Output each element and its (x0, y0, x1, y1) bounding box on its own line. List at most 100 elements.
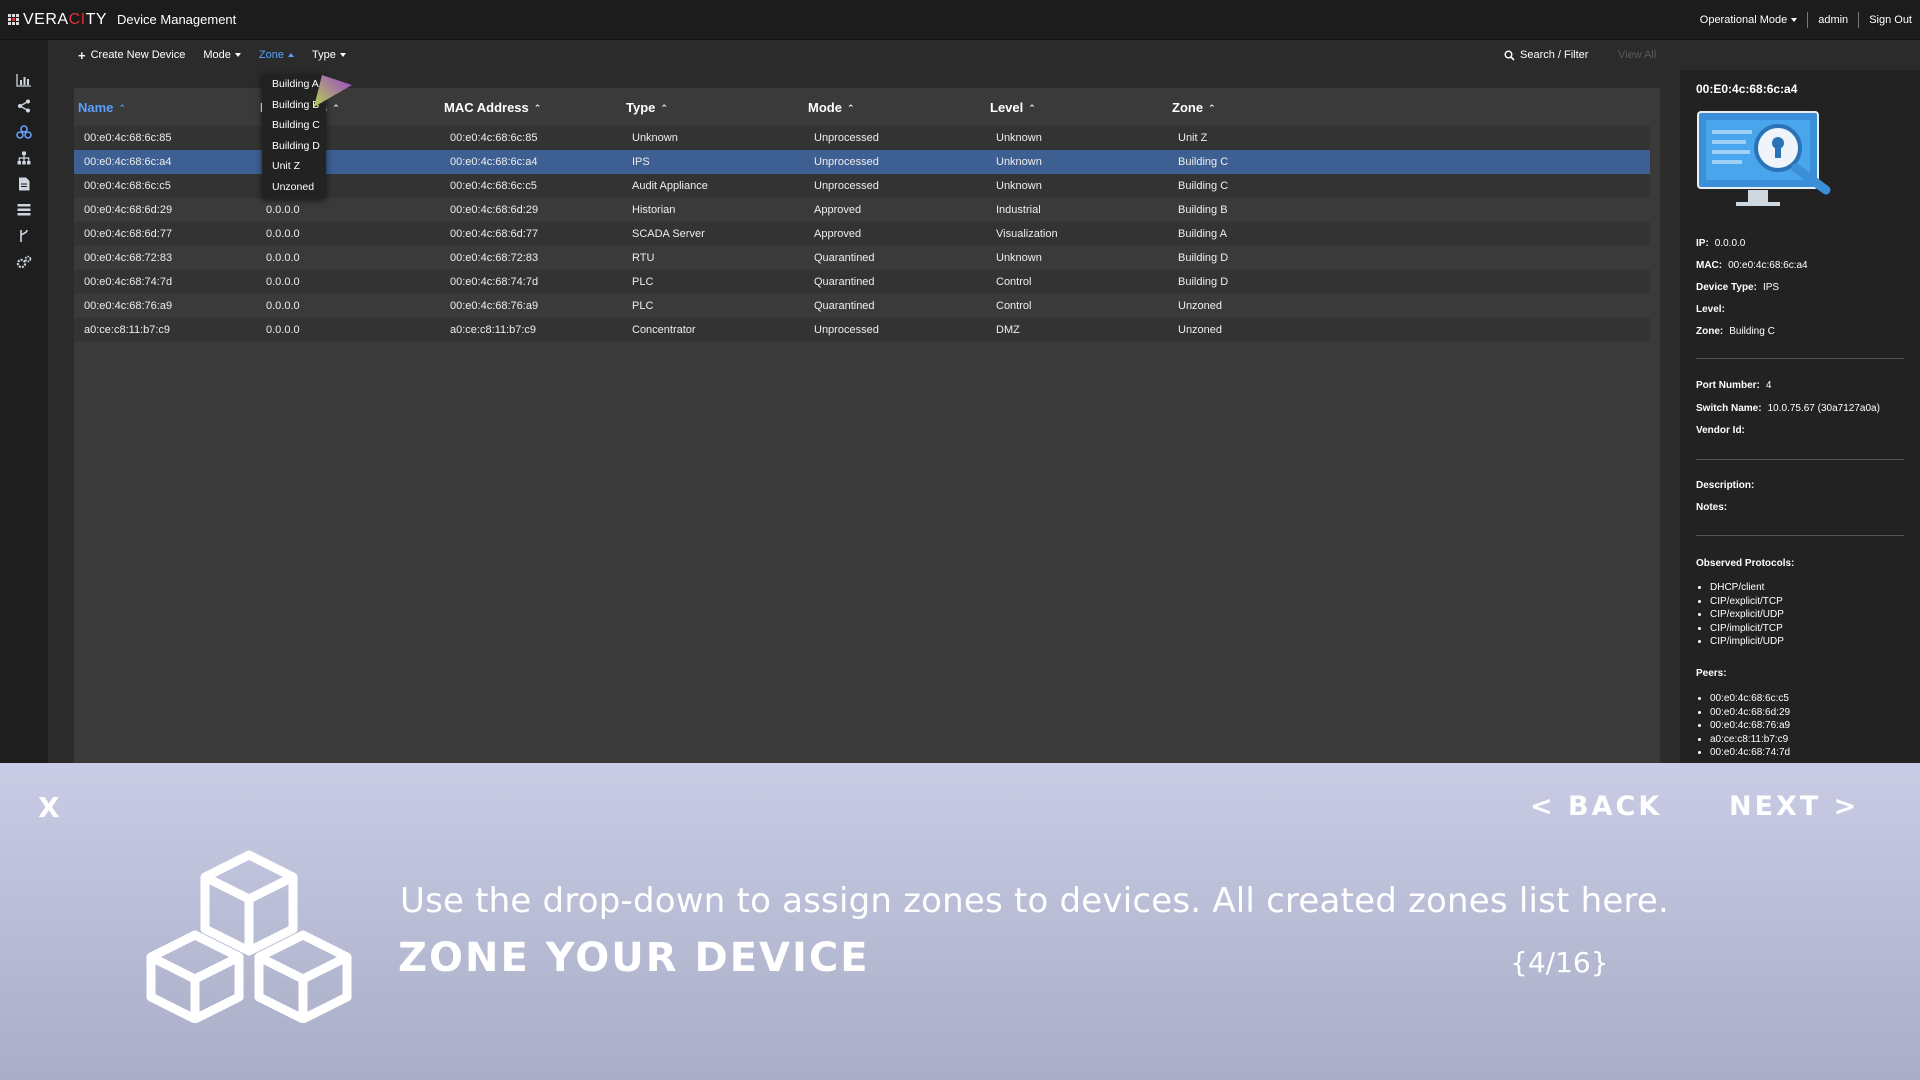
share-icon[interactable] (16, 98, 32, 114)
table-row[interactable]: 00:e0:4c:68:72:83 0.0.0.0 00:e0:4c:68:72:8… (74, 246, 1650, 270)
zone-filter-dropdown[interactable]: Zone (259, 49, 294, 61)
table-cell: RTU (632, 252, 655, 264)
column-header-label: MAC Address (444, 100, 529, 115)
top-bar: VERACITY Device Management Operational M… (0, 0, 1920, 40)
detail-zone: Zone: Building C (1696, 326, 1775, 337)
peer-item: 00:e0:4c:68:6d:29 (1710, 706, 1790, 720)
table-cell: Visualization (996, 228, 1058, 240)
back-button[interactable]: < BACK (1530, 791, 1662, 822)
table-cell: Building C (1178, 156, 1229, 168)
table-cell: 00:e0:4c:68:72:83 (450, 252, 539, 264)
table-cell: Unknown (996, 180, 1042, 192)
sign-out-link[interactable]: Sign Out (1869, 14, 1912, 26)
table-cell: Unknown (996, 252, 1042, 264)
zone-option[interactable]: Building D (262, 136, 326, 157)
table-cell: 00:e0:4c:68:74:7d (450, 276, 539, 288)
table-cell: Unit Z (1178, 132, 1208, 144)
table-cell: 00:e0:4c:68:6d:77 (84, 228, 173, 240)
zone-option[interactable]: Unit Z (262, 156, 326, 177)
tutorial-pointer-icon (314, 75, 352, 107)
table-cell: a0:ce:c8:11:b7:c9 (84, 324, 171, 336)
column-header-label: Name (78, 100, 114, 115)
protocol-item: CIP/explicit/UDP (1710, 608, 1784, 622)
table-cell: Unprocessed (814, 156, 879, 168)
header-actions: Operational Mode admin Sign Out (1700, 0, 1912, 40)
table-cell: 00:e0:4c:68:6c:a4 (84, 156, 172, 168)
table-cell: Building D (1178, 252, 1229, 264)
mode-filter-dropdown[interactable]: Mode (203, 49, 241, 61)
network-icon[interactable] (16, 124, 32, 140)
table-cell: a0:ce:c8:11:b7:c9 (450, 324, 537, 336)
column-header-type[interactable]: Type ⌃ (626, 100, 668, 115)
sort-ascending-icon: ⌃ (846, 103, 855, 113)
next-button[interactable]: NEXT > (1729, 791, 1859, 822)
column-header-mode[interactable]: Mode ⌃ (808, 100, 855, 115)
table-cell: 00:e0:4c:68:72:83 (84, 252, 173, 264)
operational-mode-dropdown[interactable]: Operational Mode (1700, 14, 1798, 26)
table-cell: PLC (632, 300, 654, 312)
detail-vendor-id: Vendor Id: (1696, 425, 1745, 436)
search-filter-button[interactable]: Search / Filter (1504, 40, 1588, 70)
table-cell: Control (996, 276, 1032, 288)
create-new-device-button[interactable]: + Create New Device (78, 48, 185, 63)
table-cell: 00:e0:4c:68:6c:85 (84, 132, 172, 144)
toolbar: + Create New Device Mode Zone Type Search… (48, 40, 1668, 70)
sort-ascending-icon: ⌃ (660, 103, 668, 113)
table-cell: Historian (632, 204, 676, 216)
type-filter-dropdown[interactable]: Type (312, 49, 346, 61)
view-all-button[interactable]: View All (1618, 40, 1656, 70)
column-header-level[interactable]: Level ⌃ (990, 100, 1036, 115)
table-cell: Audit Appliance (632, 180, 708, 192)
table-cell: 00:e0:4c:68:6c:85 (450, 132, 538, 144)
table-cell: 0.0.0.0 (266, 276, 300, 288)
peer-item: 00:e0:4c:68:6c:c5 (1710, 692, 1790, 706)
protocol-item: DHCP/client (1710, 581, 1784, 595)
tutorial-title: ZONE YOUR DEVICE (398, 935, 870, 981)
detail-port-number: Port Number: 4 (1696, 380, 1772, 391)
table-cell: Control (996, 300, 1032, 312)
table-cell: 0.0.0.0 (266, 300, 300, 312)
table-cell: 0.0.0.0 (266, 204, 300, 216)
zone-option[interactable]: Building C (262, 115, 326, 136)
device-inspect-illustration-icon (1697, 111, 1831, 206)
column-header-zone[interactable]: Zone ⌃ (1172, 100, 1216, 115)
column-header-mac-address[interactable]: MAC Address ⌃ (444, 100, 541, 115)
sort-ascending-icon: ⌃ (1208, 103, 1216, 113)
hierarchy-icon[interactable] (16, 150, 32, 166)
peer-item: 00:e0:4c:68:76:a9 (1710, 719, 1790, 733)
device-details-panel: 00:E0:4c:68:6c:a4 IP: 0.0.0.0 MAC: 00:e0:4… (1680, 70, 1920, 770)
table-row[interactable]: 00:e0:4c:68:74:7d 0.0.0.0 00:e0:4c:68:74:7… (74, 270, 1650, 294)
column-header-label: Type (626, 100, 656, 115)
bar-chart-icon[interactable] (16, 72, 32, 88)
detail-description: Description: (1696, 480, 1755, 491)
settings-icon[interactable] (16, 254, 32, 270)
list-icon[interactable] (16, 202, 32, 218)
zone-option[interactable]: Unzoned (262, 177, 326, 198)
protocol-item: CIP/implicit/UDP (1710, 635, 1784, 649)
table-row[interactable]: 00:e0:4c:68:76:a9 0.0.0.0 00:e0:4c:68:76:a… (74, 294, 1650, 318)
table-cell: 00:e0:4c:68:6d:77 (450, 228, 539, 240)
table-row[interactable]: a0:ce:c8:11:b7:c9 0.0.0.0 a0:ce:c8:11:b7:c… (74, 318, 1650, 342)
column-header-name[interactable]: Name ⌃ (78, 100, 126, 115)
search-icon (1504, 50, 1515, 61)
protocol-item: CIP/implicit/TCP (1710, 622, 1784, 636)
table-cell: Unzoned (1178, 324, 1223, 336)
table-row[interactable]: 00:e0:4c:68:6d:29 0.0.0.0 00:e0:4c:68:6d:2… (74, 198, 1650, 222)
table-cell: 00:e0:4c:68:76:a9 (450, 300, 539, 312)
user-menu[interactable]: admin (1818, 14, 1848, 26)
table-cell: Concentrator (632, 324, 696, 336)
table-cell: Unzoned (1178, 300, 1223, 312)
tutorial-description: Use the drop-down to assign zones to dev… (400, 881, 1669, 921)
peer-item: 00:e0:4c:68:74:7d (1710, 746, 1790, 760)
observed-protocols-label: Observed Protocols: (1696, 558, 1795, 569)
table-row[interactable]: 00:e0:4c:68:6d:77 0.0.0.0 00:e0:4c:68:6d:7… (74, 222, 1650, 246)
detail-notes: Notes: (1696, 502, 1728, 513)
branch-icon[interactable] (16, 228, 32, 244)
document-icon[interactable] (16, 176, 32, 192)
veracity-logo[interactable]: VERACITY (8, 11, 107, 29)
close-tutorial-button[interactable]: X (38, 791, 60, 824)
table-cell: 0.0.0.0 (266, 228, 300, 240)
table-cell: PLC (632, 276, 654, 288)
device-details-title: 00:E0:4c:68:6c:a4 (1696, 82, 1798, 96)
chevron-down-icon (339, 53, 346, 57)
